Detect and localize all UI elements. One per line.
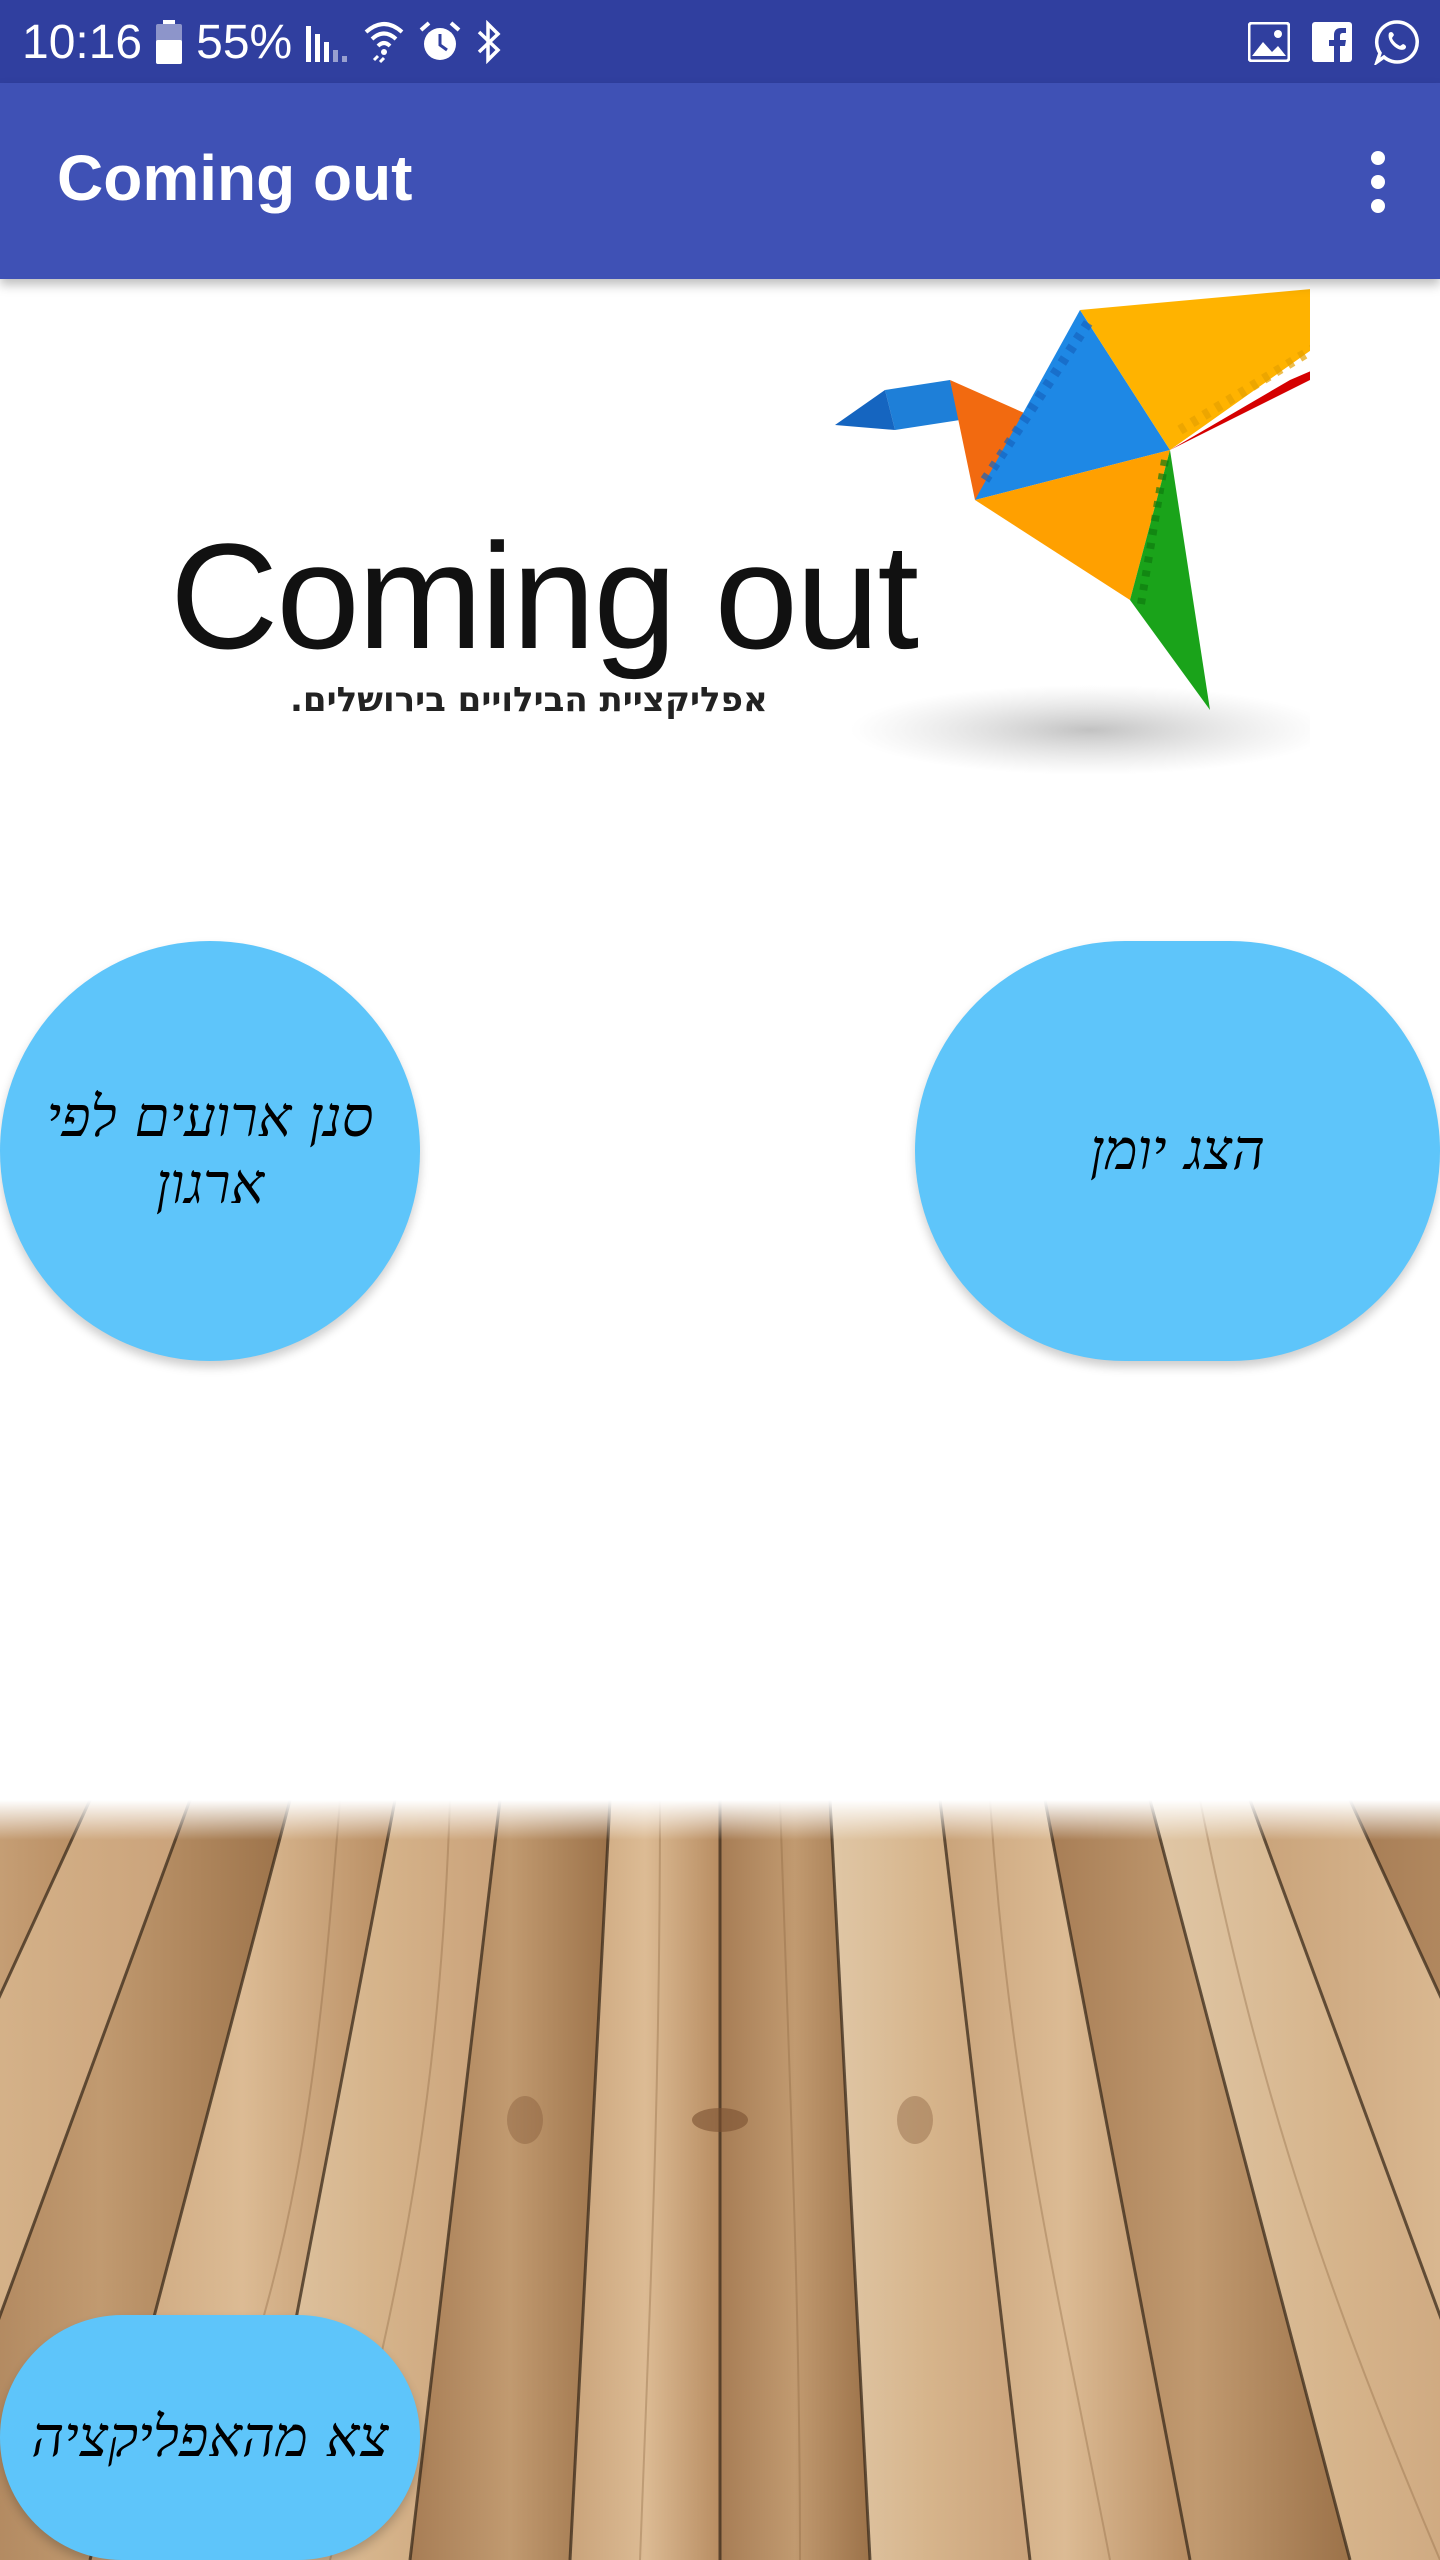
filter-by-organization-button[interactable]: סנן ארועים לפי ארגון [0,941,420,1361]
app-bar: Coming out [0,83,1440,279]
bluetooth-icon [476,14,502,70]
screen: 10:16 55% Coming out Coming out אפליקציי… [0,0,1440,2560]
exit-app-label: צא מהאפליקציה [31,2404,389,2470]
wifi-icon [364,14,404,70]
app-title: Coming out [57,142,413,214]
signal-icon [306,14,350,70]
alarm-icon [418,14,462,70]
logo-text: Coming out [170,512,919,680]
status-right [1248,12,1420,72]
battery-icon [156,14,183,70]
whatsapp-icon [1374,14,1420,70]
more-vert-icon[interactable] [1356,149,1400,215]
show-calendar-label: הצג יומן [1090,1118,1265,1184]
status-left: 10:16 55% [22,12,502,72]
gallery-icon [1248,14,1290,70]
battery-percent: 55% [196,15,293,69]
show-calendar-button[interactable]: הצג יומן [915,941,1440,1361]
exit-app-button[interactable]: צא מהאפליקציה [0,2315,420,2560]
app-logo: Coming out אפליקציית הבילויים בירושלים. [170,280,1310,800]
facebook-icon [1312,14,1352,70]
logo-tagline: אפליקציית הבילויים בירושלים. [290,680,768,720]
status-bar: 10:16 55% [0,0,1440,83]
clock: 10:16 [22,15,143,69]
filter-by-organization-label: סנן ארועים לפי ארגון [46,1084,374,1217]
